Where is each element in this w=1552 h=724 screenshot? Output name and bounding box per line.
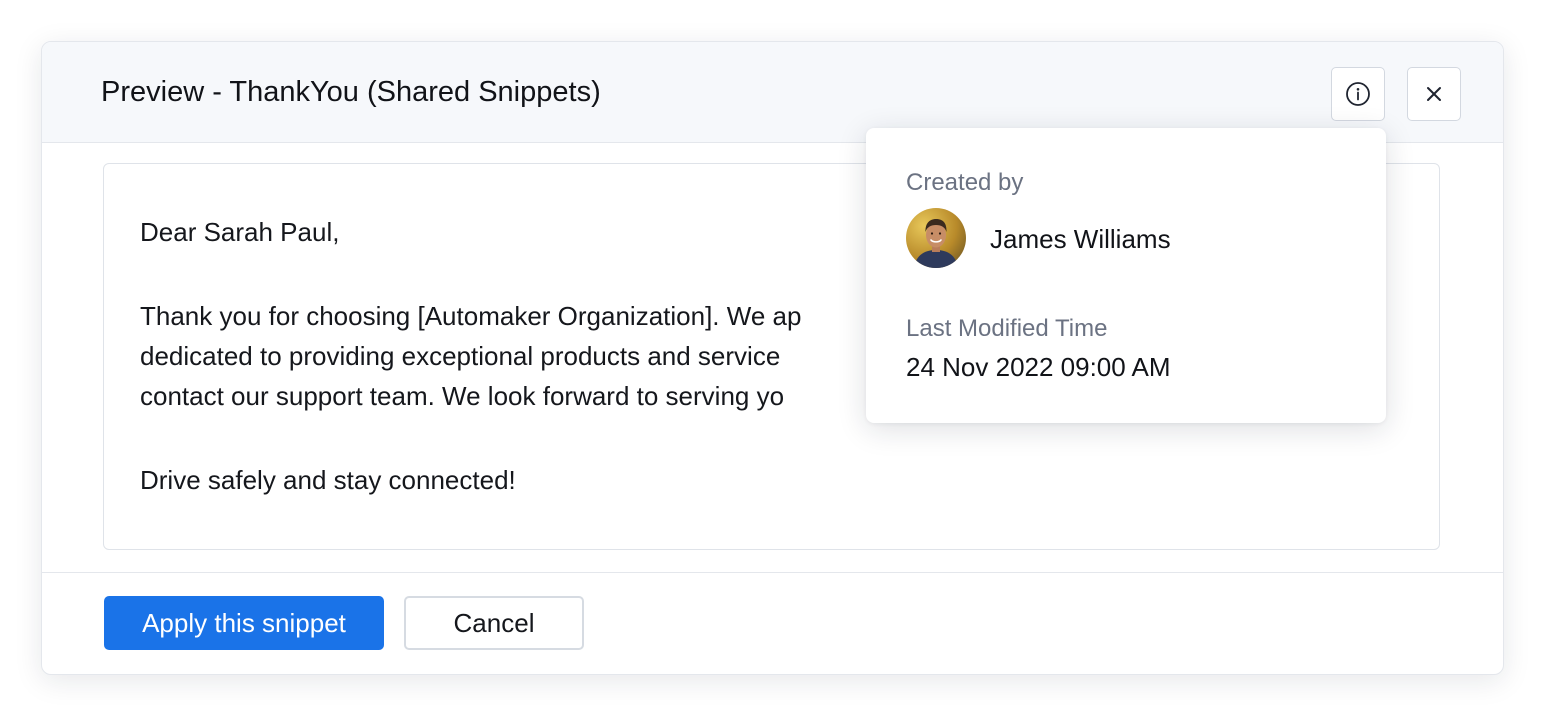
close-button[interactable] (1407, 67, 1461, 121)
last-modified-value: 24 Nov 2022 09:00 AM (906, 352, 1171, 382)
snippet-body-line: contact our support team. We look forwar… (140, 381, 785, 411)
last-modified-label: Last Modified Time (906, 315, 1108, 342)
snippet-body-line: Thank you for choosing [Automaker Organi… (140, 301, 802, 331)
info-icon (1346, 82, 1370, 106)
created-by-label: Created by (906, 169, 1024, 196)
snippet-body-line: dedicated to providing exceptional produ… (140, 341, 781, 371)
creator-name: James Williams (990, 224, 1171, 254)
footer-divider (42, 572, 1503, 573)
avatar (906, 208, 966, 268)
dialog-title: Preview - ThankYou (Shared Snippets) (101, 76, 601, 108)
info-button[interactable] (1331, 67, 1385, 121)
snippet-greeting: Dear Sarah Paul, (140, 217, 340, 247)
person-avatar-icon (914, 219, 958, 268)
close-icon (1427, 87, 1441, 101)
cancel-button[interactable]: Cancel (404, 596, 584, 650)
snippet-info-popover: Created by James Williams Last Modified … (866, 128, 1386, 423)
apply-snippet-button[interactable]: Apply this snippet (104, 596, 384, 650)
snippet-closing: Drive safely and stay connected! (140, 465, 516, 495)
snippet-body: Thank you for choosing [Automaker Organi… (140, 296, 801, 416)
